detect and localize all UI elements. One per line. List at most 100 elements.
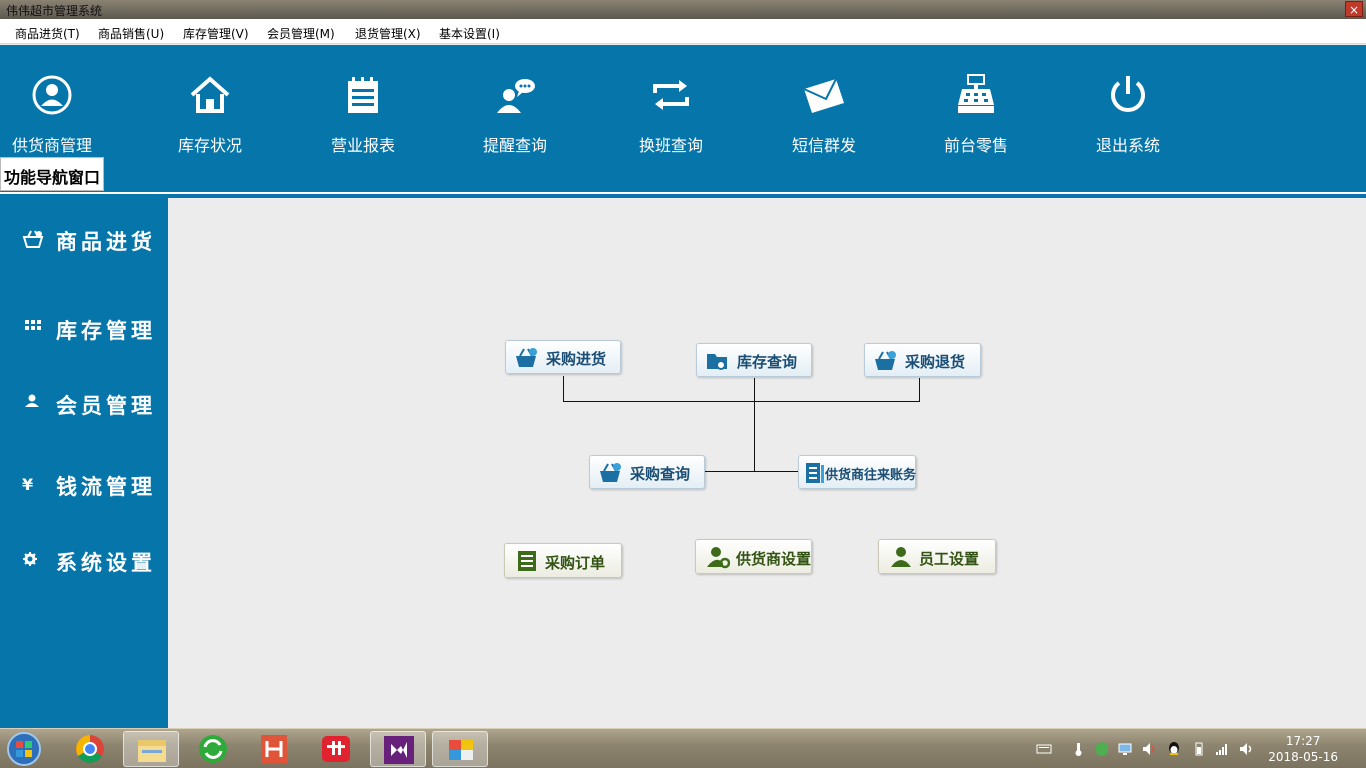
tool-front-retail[interactable]: 前台零售 xyxy=(916,73,1036,155)
purchase-return-button[interactable]: 采购退货 xyxy=(864,343,981,377)
refresh-app-icon[interactable] xyxy=(185,731,241,767)
basket-return-icon xyxy=(875,351,896,370)
button-label: 供货商设置 xyxy=(736,550,812,568)
supplier-accounts-button[interactable]: 供货商往来账务 xyxy=(798,455,916,489)
stock-query-button[interactable]: 库存查询 xyxy=(696,343,812,377)
battery-icon[interactable] xyxy=(1191,741,1207,757)
sidebar-item-label: 钱流管理 xyxy=(56,474,156,499)
system-clock[interactable]: 17:27 2018-05-16 xyxy=(1268,733,1338,765)
button-label: 采购订单 xyxy=(545,554,606,572)
menu-item-purchase[interactable]: 商品进货(T) xyxy=(15,25,80,42)
supplier-settings-button[interactable]: 供货商设置 xyxy=(695,539,812,574)
chat-user-icon xyxy=(497,79,535,113)
flow-connector xyxy=(705,471,799,472)
menu-item-inventory[interactable]: 库存管理(V) xyxy=(183,25,249,42)
person-icon xyxy=(891,547,911,567)
order-list-icon xyxy=(518,551,536,571)
tool-label: 前台零售 xyxy=(943,136,1008,155)
swap-arrows-icon xyxy=(653,80,689,110)
menu-item-member[interactable]: 会员管理(M) xyxy=(267,25,335,42)
sidebar-item-cashflow[interactable]: ¥ 钱流管理 xyxy=(0,457,170,515)
sidebar-item-member[interactable]: 会员管理 xyxy=(0,376,170,434)
file-explorer-icon[interactable] xyxy=(123,731,179,767)
network-icon[interactable] xyxy=(1117,741,1133,757)
menu-bar: 商品进货(T) 商品销售(U) 库存管理(V) 会员管理(M) 退货管理(X) … xyxy=(0,19,1366,44)
close-button[interactable]: × xyxy=(1345,1,1363,17)
tool-label: 营业报表 xyxy=(330,136,395,155)
tool-label: 换班查询 xyxy=(638,136,703,155)
tool-label: 库存状况 xyxy=(177,136,242,155)
hbuilder-icon[interactable] xyxy=(246,731,302,767)
home-icon xyxy=(190,76,230,113)
basket-icon xyxy=(22,230,44,248)
purchase-order-button[interactable]: 采购订单 xyxy=(504,543,622,578)
sidebar-item-system-settings[interactable]: 系统设置 xyxy=(0,533,170,591)
flow-connector xyxy=(563,401,919,402)
tool-sms-broadcast[interactable]: 短信群发 xyxy=(764,73,884,155)
thermometer-icon[interactable] xyxy=(1070,741,1086,757)
notepad-icon xyxy=(348,77,378,113)
clock-date: 2018-05-16 xyxy=(1268,750,1338,764)
flow-connector xyxy=(563,376,564,401)
sidebar-item-inventory[interactable]: 库存管理 xyxy=(0,301,170,359)
tool-label: 退出系统 xyxy=(1095,136,1160,155)
folder-search-icon xyxy=(707,354,727,370)
staff-settings-button[interactable]: 员工设置 xyxy=(878,539,996,574)
qq-icon[interactable] xyxy=(1166,741,1182,757)
person-icon xyxy=(25,394,39,407)
button-label: 库存查询 xyxy=(737,353,798,371)
sidebar: 商品进货 库存管理 会员管理 ¥ 钱流管理 系统设置 xyxy=(0,198,170,728)
function-navigation-panel: 采购进货 库存查询 采购退货 采购查询 供货商往来账务 采购订单 供货商设置 员… xyxy=(168,198,1366,728)
button-label: 采购查询 xyxy=(630,465,691,483)
menu-item-return[interactable]: 退货管理(X) xyxy=(355,25,421,42)
tool-label: 提醒查询 xyxy=(482,136,547,155)
button-label: 采购进货 xyxy=(546,350,607,368)
youdao-icon[interactable] xyxy=(308,731,364,767)
flow-connector xyxy=(754,378,755,471)
menu-item-settings[interactable]: 基本设置(I) xyxy=(439,25,500,42)
cash-register-icon xyxy=(958,74,994,113)
basket-icon xyxy=(516,348,537,367)
yen-icon: ¥ xyxy=(22,475,34,494)
button-label: 员工设置 xyxy=(919,550,980,568)
tool-business-report[interactable]: 营业报表 xyxy=(303,73,423,155)
button-label: 供货商往来账务 xyxy=(825,468,917,483)
sidebar-item-label: 系统设置 xyxy=(56,550,156,575)
tab-function-navigation[interactable]: 功能导航窗口 xyxy=(0,157,104,191)
speaker-icon[interactable] xyxy=(1141,741,1157,757)
tool-supplier-management[interactable]: 供货商管理 xyxy=(0,73,112,155)
tool-stock-status[interactable]: 库存状况 xyxy=(150,73,270,155)
user-circle-icon xyxy=(32,75,72,115)
power-icon xyxy=(1111,76,1145,112)
window-title: 伟伟超市管理系统 xyxy=(6,4,103,18)
menu-item-sales[interactable]: 商品销售(U) xyxy=(98,25,164,42)
sidebar-item-purchase[interactable]: 商品进货 xyxy=(0,212,170,270)
visual-studio-icon[interactable] xyxy=(370,731,426,767)
toolbar: 供货商管理 库存状况 营业报表 提醒查询 换班查询 短信群发 前台零售 退出系统 xyxy=(0,45,1366,194)
volume-icon[interactable] xyxy=(1238,741,1254,757)
flow-connector xyxy=(919,378,920,402)
tool-shift-query[interactable]: 换班查询 xyxy=(611,73,731,155)
tool-label: 短信群发 xyxy=(791,136,856,155)
envelope-icon xyxy=(803,78,844,113)
title-bar: 伟伟超市管理系统 × xyxy=(0,0,1366,19)
clock-time: 17:27 xyxy=(1285,734,1321,748)
keyboard-icon[interactable] xyxy=(1036,741,1052,757)
purchase-in-button[interactable]: 采购进货 xyxy=(505,340,621,374)
tool-reminder-query[interactable]: 提醒查询 xyxy=(455,73,575,155)
ledger-icon xyxy=(806,463,824,483)
purchase-query-button[interactable]: 采购查询 xyxy=(589,455,705,489)
basket-icon xyxy=(600,463,621,482)
chrome-icon[interactable] xyxy=(62,731,118,767)
security-shield-icon[interactable] xyxy=(1094,741,1110,757)
app-window-icon[interactable] xyxy=(432,731,488,767)
grid-icon xyxy=(25,320,41,330)
sidebar-item-label: 商品进货 xyxy=(56,229,156,254)
tool-exit-system[interactable]: 退出系统 xyxy=(1068,73,1188,155)
user-gear-icon xyxy=(707,547,730,569)
signal-bars-icon[interactable] xyxy=(1214,741,1230,757)
start-orb-icon[interactable] xyxy=(2,731,46,767)
tool-label: 供货商管理 xyxy=(11,136,92,155)
sidebar-item-label: 库存管理 xyxy=(56,318,156,343)
gear-icon xyxy=(23,552,37,566)
